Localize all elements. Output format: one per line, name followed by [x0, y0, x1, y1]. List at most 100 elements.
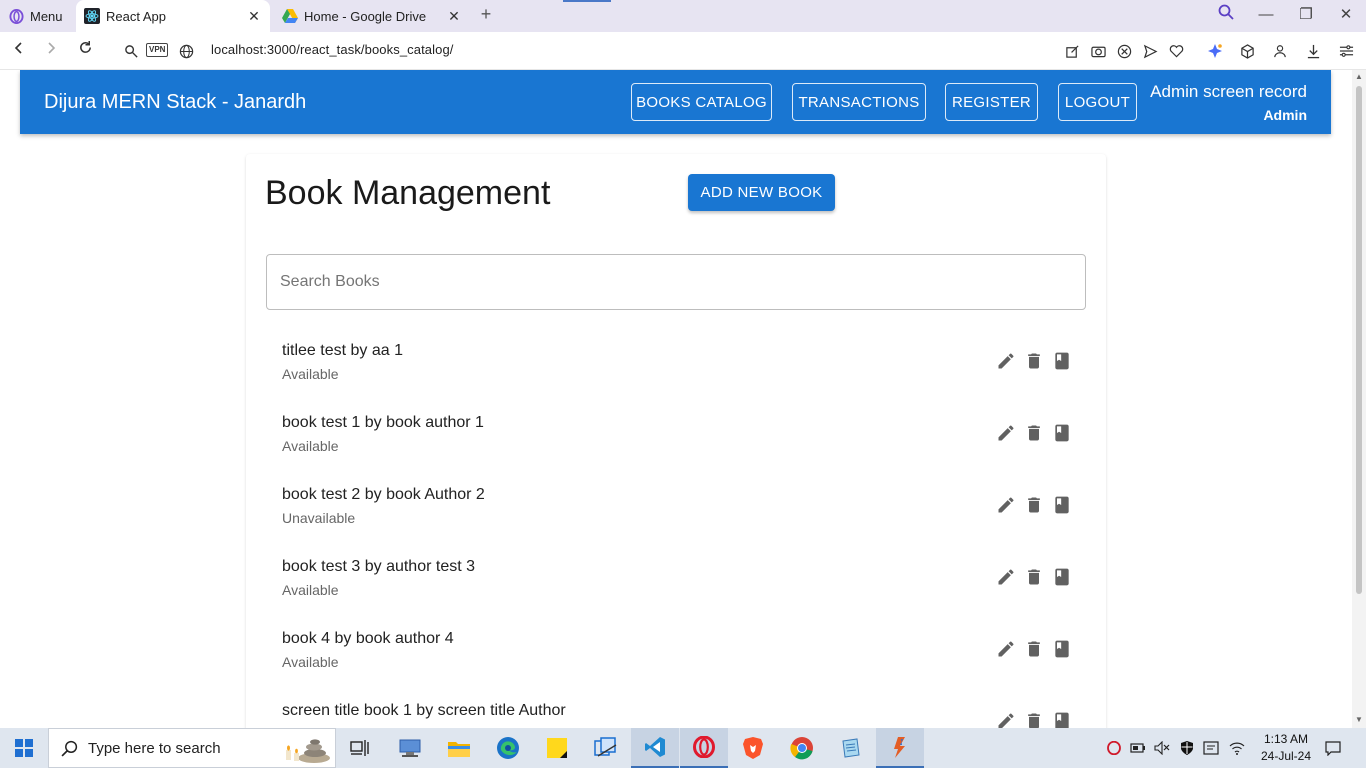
book-icon[interactable] — [1050, 349, 1074, 373]
add-new-book-button[interactable]: ADD NEW BOOK — [688, 174, 835, 211]
book-title: book test 2 by book Author 2 — [282, 486, 485, 503]
book-list-item: book test 2 by book Author 2 Unavailable — [266, 478, 1086, 550]
delete-icon[interactable] — [1022, 493, 1046, 517]
close-tab-icon[interactable]: ✕ — [446, 8, 462, 24]
taskbar-search-placeholder: Type here to search — [88, 739, 221, 757]
easy-setup-icon[interactable] — [1336, 41, 1356, 61]
restore-icon[interactable]: ❐ — [1292, 4, 1320, 26]
windows-start-icon[interactable] — [0, 728, 48, 768]
clock-date: 24-Jul-24 — [1260, 749, 1312, 763]
search-books-input[interactable] — [267, 255, 1085, 309]
user-role: Admin — [1263, 107, 1307, 123]
edit-icon[interactable] — [994, 709, 1018, 728]
notepad-app-icon[interactable] — [827, 728, 875, 768]
delete-icon[interactable] — [1022, 349, 1046, 373]
edit-icon[interactable] — [994, 565, 1018, 589]
volume-muted-icon[interactable] — [1154, 740, 1170, 756]
delete-icon[interactable] — [1022, 637, 1046, 661]
heart-icon[interactable] — [1166, 41, 1186, 61]
scroll-up-icon[interactable]: ▲ — [1354, 72, 1364, 82]
app-tray-icon[interactable] — [1203, 740, 1219, 756]
computer-app-icon[interactable] — [386, 728, 434, 768]
battery-icon[interactable] — [1130, 740, 1146, 756]
window-close-icon[interactable]: ✕ — [1332, 4, 1360, 26]
book-list-item: screen title book 1 by screen title Auth… — [266, 694, 1086, 728]
wifi-icon[interactable] — [1229, 740, 1245, 756]
sticky-notes-icon[interactable] — [533, 728, 581, 768]
edit-icon[interactable] — [994, 493, 1018, 517]
screen-recorder-icon[interactable] — [876, 728, 924, 768]
cube-icon[interactable] — [1237, 41, 1257, 61]
file-explorer-icon[interactable] — [435, 728, 483, 768]
task-view-icon[interactable] — [336, 728, 384, 768]
search-icon — [61, 740, 78, 757]
search-highlight-image-icon — [267, 733, 331, 765]
security-shield-icon[interactable] — [1179, 740, 1195, 756]
scroll-down-icon[interactable]: ▼ — [1354, 715, 1364, 725]
ad-block-icon[interactable] — [1114, 41, 1134, 61]
book-list: titlee test by aa 1 Available book test … — [266, 334, 1086, 728]
search-key-icon[interactable] — [121, 41, 141, 61]
book-list-item: book 4 by book author 4 Available — [266, 622, 1086, 694]
book-icon[interactable] — [1050, 709, 1074, 728]
delete-icon[interactable] — [1022, 709, 1046, 728]
edge-browser-icon[interactable] — [484, 728, 532, 768]
back-icon[interactable] — [8, 40, 30, 62]
book-list-item: book test 3 by author test 3 Available — [266, 550, 1086, 622]
chrome-browser-icon[interactable] — [778, 728, 826, 768]
download-icon[interactable] — [1303, 41, 1323, 61]
tab-indicator — [563, 0, 611, 2]
browser-menu-button[interactable]: Menu — [0, 0, 74, 32]
notification-icon[interactable] — [1325, 740, 1341, 756]
book-title: book test 3 by author test 3 — [282, 558, 476, 575]
vscode-icon[interactable] — [631, 728, 679, 768]
taskbar-search-box[interactable]: Type here to search — [48, 728, 336, 768]
book-icon[interactable] — [1050, 421, 1074, 445]
register-button[interactable]: REGISTER — [945, 83, 1038, 121]
brave-browser-icon[interactable] — [729, 728, 777, 768]
page-scrollbar[interactable]: ▲ ▼ — [1352, 70, 1366, 728]
book-status: Available — [282, 582, 339, 598]
opera-browser-icon[interactable] — [680, 728, 728, 768]
new-tab-plus-icon[interactable]: + — [476, 4, 496, 26]
browser-menu-label: Menu — [30, 8, 63, 24]
snipping-tool-icon[interactable] — [582, 728, 630, 768]
delete-icon[interactable] — [1022, 565, 1046, 589]
camera-icon[interactable] — [1088, 41, 1108, 61]
search-tabs-icon[interactable] — [1212, 4, 1240, 26]
share-icon[interactable] — [1062, 41, 1082, 61]
vpn-badge[interactable]: VPN — [146, 43, 169, 57]
book-status: Available — [282, 366, 339, 382]
tab-title: React App — [106, 8, 166, 24]
edit-icon[interactable] — [994, 637, 1018, 661]
profile-icon[interactable] — [1270, 41, 1290, 61]
minimize-icon[interactable]: — — [1252, 4, 1280, 26]
user-name: Admin screen record — [1150, 82, 1307, 101]
edit-icon[interactable] — [994, 349, 1018, 373]
opera-tray-icon[interactable] — [1106, 740, 1122, 756]
tab-react-app[interactable]: React App ✕ — [76, 0, 270, 32]
reload-icon[interactable] — [74, 40, 96, 62]
react-logo-icon — [84, 8, 100, 24]
url-field[interactable]: localhost:3000/react_task/books_catalog/ — [211, 42, 454, 57]
delete-icon[interactable] — [1022, 421, 1046, 445]
book-icon[interactable] — [1050, 565, 1074, 589]
system-clock[interactable]: 1:13 AM 24-Jul-24 — [1254, 731, 1318, 765]
send-icon[interactable] — [1140, 41, 1160, 61]
scroll-thumb[interactable] — [1356, 86, 1362, 594]
app-header: Dijura MERN Stack - Janardh BOOKS CATALO… — [20, 70, 1331, 134]
close-tab-icon[interactable]: ✕ — [246, 8, 262, 24]
book-icon[interactable] — [1050, 493, 1074, 517]
forward-icon[interactable] — [40, 40, 62, 62]
book-title: book test 1 by book author 1 — [282, 414, 484, 431]
aria-ai-icon[interactable] — [1205, 41, 1225, 61]
books-catalog-button[interactable]: BOOKS CATALOG — [631, 83, 772, 121]
search-field[interactable] — [266, 254, 1086, 310]
address-bar: VPN localhost:3000/react_task/books_cata… — [0, 32, 1366, 70]
book-icon[interactable] — [1050, 637, 1074, 661]
transactions-button[interactable]: TRANSACTIONS — [792, 83, 926, 121]
logout-button[interactable]: LOGOUT — [1058, 83, 1137, 121]
edit-icon[interactable] — [994, 421, 1018, 445]
tab-google-drive[interactable]: Home - Google Drive ✕ — [274, 0, 470, 32]
globe-icon[interactable] — [176, 41, 196, 61]
